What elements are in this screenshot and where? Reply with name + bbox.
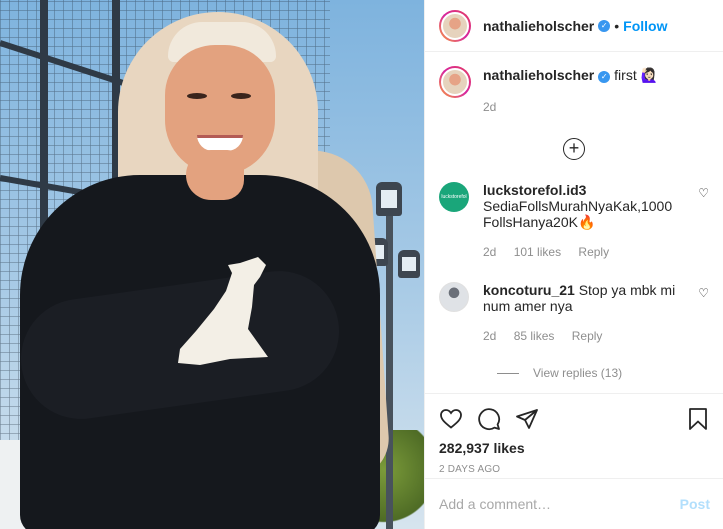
load-more-comments-icon[interactable]: +	[563, 138, 585, 160]
smile	[197, 135, 243, 151]
commenter-username[interactable]: koncoturu_21	[483, 282, 575, 298]
comment-age[interactable]: 2d	[483, 245, 496, 259]
caption-text: first 🙋🏻‍♀️	[614, 67, 659, 83]
post-details-panel: nathalieholscher ✓ • Follow nathaliehols…	[424, 0, 723, 529]
reply-button[interactable]: Reply	[572, 329, 603, 343]
comment-meta: 2d 101 likes Reply	[483, 244, 679, 260]
eye	[231, 93, 251, 99]
view-replies-line	[497, 372, 519, 374]
save-bookmark-icon[interactable]	[686, 407, 710, 431]
caption: nathalieholscher ✓ first 🙋🏻‍♀️ 2d	[439, 66, 709, 116]
kangaroo-print	[178, 257, 268, 365]
commenter-avatar[interactable]: luckstorefol	[439, 182, 469, 212]
like-heart-icon[interactable]	[439, 407, 463, 431]
post-header: nathalieholscher ✓ • Follow	[425, 0, 723, 52]
author-avatar[interactable]	[439, 9, 471, 42]
commenter-username[interactable]: luckstorefol.id3	[483, 182, 679, 198]
street-lamp	[398, 250, 420, 278]
view-replies-label: View replies (13)	[533, 366, 623, 380]
comment-item: koncoturu_21 Stop ya mbk minum amer nya …	[439, 282, 709, 344]
comment-likes[interactable]: 101 likes	[514, 245, 561, 259]
eye	[187, 93, 207, 99]
comment-meta: 2d 85 likes Reply	[483, 328, 679, 344]
street-lamp	[376, 182, 402, 216]
action-bar	[425, 394, 723, 434]
post-comment-button[interactable]: Post	[680, 496, 710, 512]
hand	[186, 150, 244, 200]
post-date[interactable]: 2 DAYS AGO	[425, 456, 723, 475]
reply-button[interactable]: Reply	[578, 245, 609, 259]
commenter-avatar[interactable]	[439, 282, 469, 312]
like-comment-heart-icon[interactable]: ♡	[698, 186, 709, 200]
verified-badge-icon: ✓	[598, 71, 611, 83]
follow-button[interactable]: Follow	[623, 18, 667, 34]
comment-likes[interactable]: 85 likes	[514, 329, 555, 343]
comments-list[interactable]: nathalieholscher ✓ first 🙋🏻‍♀️ 2d + lucks…	[425, 52, 723, 393]
like-comment-heart-icon[interactable]: ♡	[698, 286, 709, 300]
post-photo[interactable]	[0, 0, 424, 529]
post-actions-section: 282,937 likes 2 DAYS AGO	[425, 393, 723, 475]
comment-input[interactable]	[439, 496, 680, 512]
separator-dot: •	[614, 17, 620, 34]
likes-count[interactable]: 282,937 likes	[425, 434, 723, 456]
author-avatar[interactable]	[439, 66, 471, 98]
comment-text: SediaFollsMurahNyaKak,1000FollsHanya20K🔥	[483, 198, 673, 230]
add-comment-bar: Post	[425, 478, 723, 529]
share-paper-plane-icon[interactable]	[515, 407, 539, 431]
comment-item: luckstorefol luckstorefol.id3 SediaFolls…	[439, 182, 709, 260]
verified-badge-icon: ✓	[598, 19, 611, 32]
author-username[interactable]: nathalieholscher	[483, 18, 594, 34]
view-replies-button[interactable]: View replies (13)	[497, 366, 709, 380]
caption-username[interactable]: nathalieholscher	[483, 67, 594, 83]
caption-age[interactable]: 2d	[483, 98, 658, 116]
comment-age[interactable]: 2d	[483, 329, 496, 343]
comment-bubble-icon[interactable]	[477, 407, 501, 431]
